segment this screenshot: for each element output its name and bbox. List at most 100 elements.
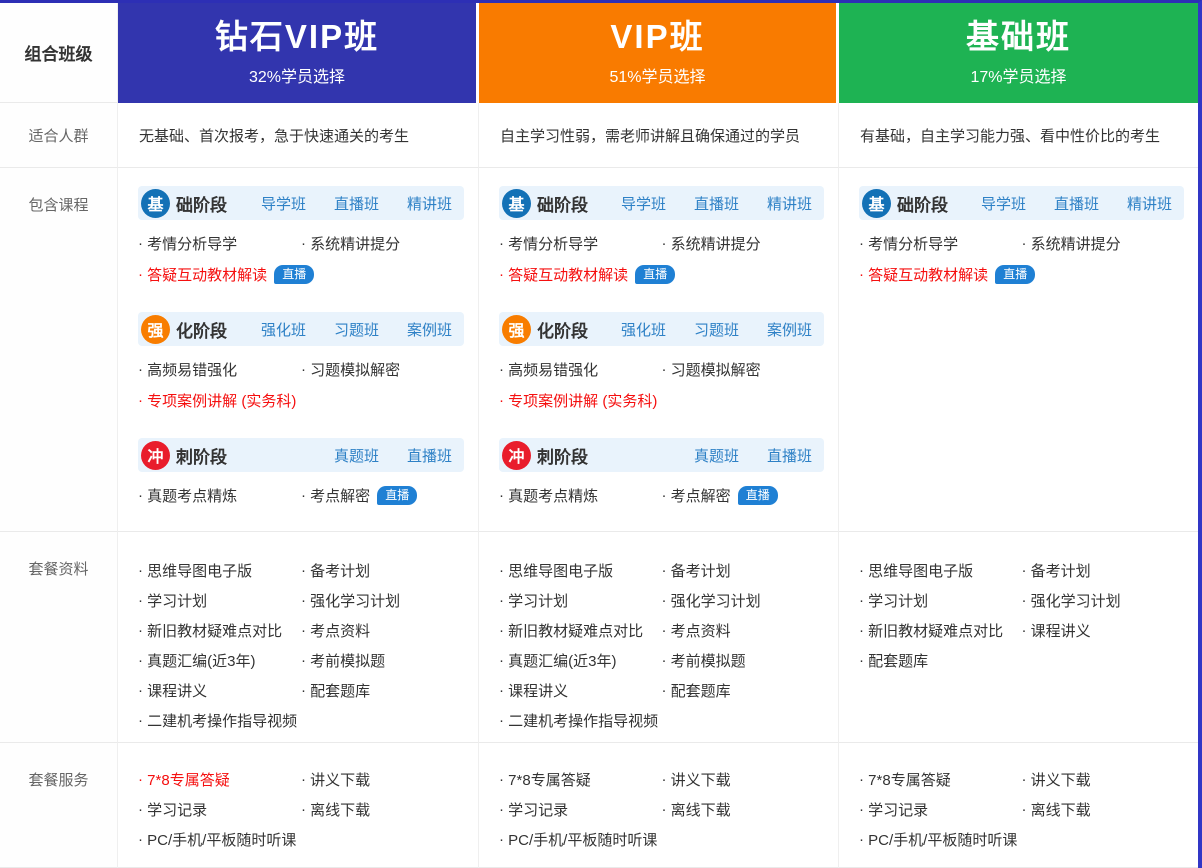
material-item: 备考计划 [662,560,731,581]
service-item: 讲义下载 [301,769,370,790]
item-row: 专项案例讲解 (实务科) [499,385,824,416]
stage-link[interactable]: 精讲班 [1127,193,1172,214]
plan-subtitle: 17%学员选择 [970,63,1066,87]
service-item: 离线下载 [301,799,370,820]
plan-header-basic: 基础班 17%学员选择 [839,3,1198,103]
row-label-audience: 适合人群 [0,103,118,168]
material-item: 配套题库 [662,680,731,701]
stage-link[interactable]: 直播班 [407,445,452,466]
material-item: 课程讲义 [1022,620,1091,641]
stage-link[interactable]: 案例班 [767,319,812,340]
stage-bar: 强化阶段强化班习题班案例班 [499,312,824,346]
stage-link[interactable]: 直播班 [694,193,739,214]
audience-text: 无基础、首次报考，急于快速通关的考生 [139,125,409,146]
stage-title: 刺阶段 [176,443,227,468]
service-item: PC/手机/平板随时听课 [859,829,1017,850]
stage-link[interactable]: 强化班 [261,319,306,340]
service-item: 离线下载 [662,799,731,820]
stage-link[interactable]: 习题班 [334,319,379,340]
service-item: 讲义下载 [1022,769,1091,790]
service-item: 离线下载 [1022,799,1091,820]
live-badge: 直播 [995,265,1035,284]
item-row: 考情分析导学系统精讲提分 [499,228,824,259]
stage-link[interactable]: 导学班 [621,193,666,214]
material-item: 配套题库 [859,650,928,671]
service-item: 7*8专属答疑 [859,769,1022,790]
item-row: 二建机考操作指导视频 [499,705,824,735]
stage-link[interactable]: 习题班 [694,319,739,340]
stage-section: 基础阶段导学班直播班精讲班考情分析导学系统精讲提分答疑互动教材解读直播 [859,186,1184,290]
stage-link[interactable]: 精讲班 [767,193,812,214]
material-item: 二建机考操作指导视频 [499,710,658,731]
material-item: 思维导图电子版 [499,560,662,581]
comparison-table: 组合班级 钻石VIP班32%学员选择 VIP班51%学员选择 基础班17%学员选… [0,3,1198,868]
item-row: 学习计划强化学习计划 [499,585,824,615]
stage-links: 强化班 习题班 案例班 [593,319,812,340]
stage-link[interactable]: 强化班 [621,319,666,340]
service-item: 7*8专属答疑 [499,769,662,790]
stage-links: 导学班 直播班 精讲班 [233,193,452,214]
plan-title: 钻石VIP班 [215,19,379,55]
item-row: 新旧教材疑难点对比考点资料 [499,615,824,645]
live-badge: 直播 [274,265,314,284]
item-row: 课程讲义配套题库 [499,675,824,705]
item-row: 7*8专属答疑讲义下载 [859,764,1184,794]
stage-section: 冲刺阶段真题班直播班真题考点精炼考点解密直播 [499,438,824,511]
stage-badge: 基 [141,189,170,218]
stage-link[interactable]: 导学班 [261,193,306,214]
stage-bar: 基础阶段 导学班 直播班 精讲班 [138,186,464,220]
item-row: 思维导图电子版备考计划 [859,555,1184,585]
material-item: 强化学习计划 [662,590,761,611]
item-row: 真题汇编(近3年)考前模拟题 [499,645,824,675]
stage-title: 化阶段 [537,317,588,342]
material-item: 课程讲义 [499,680,662,701]
item-row: 高频易错强化习题模拟解密 [499,354,824,385]
course-item: 习题模拟解密 [662,359,761,380]
stage-title: 础阶段 [176,191,227,216]
audience-cell: 无基础、首次报考，急于快速通关的考生 [118,103,479,168]
stage-link[interactable]: 真题班 [694,445,739,466]
material-item: 新旧教材疑难点对比 [499,620,662,641]
stage-links: 导学班 直播班 精讲班 [593,193,812,214]
stage-link[interactable]: 直播班 [1054,193,1099,214]
item-row: 配套题库 [859,645,1184,675]
stage-bar: 冲刺阶段 真题班 直播班 [138,438,464,472]
plan-subtitle: 32%学员选择 [249,63,345,87]
stage-section: 强化阶段强化班习题班案例班高频易错强化习题模拟解密专项案例讲解 (实务科) [138,312,464,416]
item-row: 高频易错强化习题模拟解密 [138,354,464,385]
material-item: 考点资料 [662,620,731,641]
service-item: PC/手机/平板随时听课 [138,829,296,850]
stage-link[interactable]: 真题班 [334,445,379,466]
stage-link[interactable]: 直播班 [334,193,379,214]
item-row: 课程讲义配套题库 [138,675,464,705]
stage-link[interactable]: 直播班 [767,445,812,466]
item-row: 新旧教材疑难点对比考点资料 [138,615,464,645]
courses-cell: 基础阶段导学班直播班精讲班考情分析导学系统精讲提分答疑互动教材解读直播强化阶段强… [118,168,479,532]
row-label-materials: 套餐资料 [0,532,118,743]
stage-link[interactable]: 导学班 [981,193,1026,214]
audience-text: 有基础，自主学习能力强、看中性价比的考生 [860,125,1160,146]
stage-badge: 冲 [141,441,170,470]
live-badge: 直播 [377,486,417,505]
item-row: 答疑互动教材解读直播 [499,259,824,290]
course-item: 答疑互动教材解读直播 [499,264,675,285]
stage-link[interactable]: 精讲班 [407,193,452,214]
plan-title: 基础班 [966,19,1071,55]
material-item: 备考计划 [1022,560,1091,581]
stage-link[interactable]: 案例班 [407,319,452,340]
materials-cell: 思维导图电子版备考计划学习计划强化学习计划新旧教材疑难点对比考点资料真题汇编(近… [479,532,839,743]
course-item: 系统精讲提分 [301,233,400,254]
material-item: 真题汇编(近3年) [499,650,662,671]
material-item: 新旧教材疑难点对比 [859,620,1022,641]
material-item: 配套题库 [301,680,370,701]
course-item: 考情分析导学 [859,233,1022,254]
course-item: 答疑互动教材解读直播 [138,264,314,285]
item-row: 专项案例讲解 (实务科) [138,385,464,416]
service-item: 7*8专属答疑 [138,769,301,790]
audience-text: 自主学习性弱，需老师讲解且确保通过的学员 [500,125,800,146]
live-badge: 直播 [738,486,778,505]
stage-section: 基础阶段导学班直播班精讲班考情分析导学系统精讲提分答疑互动教材解读直播 [138,186,464,290]
item-row: 答疑互动教材解读直播 [138,259,464,290]
material-item: 考前模拟题 [662,650,746,671]
course-item: 习题模拟解密 [301,359,400,380]
